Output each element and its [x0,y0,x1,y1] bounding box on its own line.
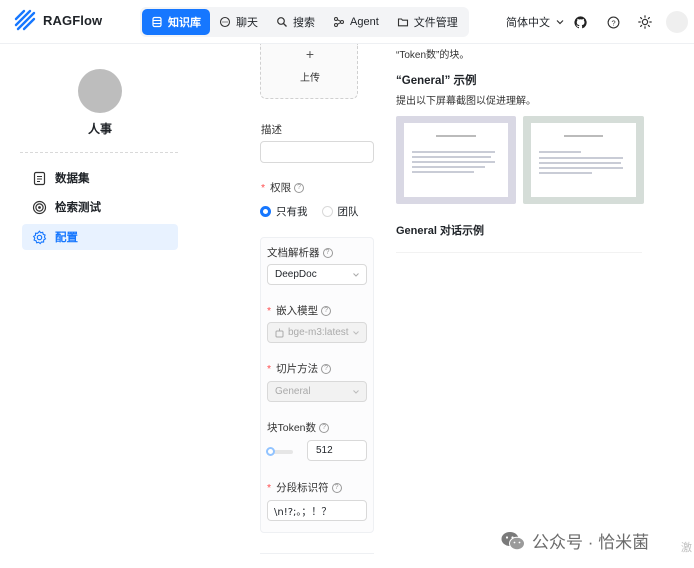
chevron-down-icon [353,390,359,394]
chevron-down-icon [353,331,359,335]
nav-file-management[interactable]: 文件管理 [388,9,467,35]
user-avatar[interactable] [666,11,688,33]
question-circle-icon[interactable]: ? [294,182,305,193]
sidebar-divider [20,152,178,153]
radio-unselected-icon [321,206,333,217]
preview-truncated-text: “Token数”的块。 [396,50,470,61]
example-screenshot-1 [396,116,516,204]
nav-label: 文件管理 [413,17,458,29]
watermark-text: 公众号 · 恰米菌 [532,533,650,552]
kb-avatar [78,69,122,113]
parser-preview: “Token数”的块。 “General” 示例 提出以下屏幕截图以促进理解。 … [386,44,694,568]
chevron-down-icon [353,273,359,277]
nav-label: 聊天 [236,17,258,29]
database-icon [152,16,162,28]
theme-sun-icon[interactable] [636,13,654,31]
slider-handle[interactable] [266,447,275,456]
github-icon[interactable] [571,13,589,31]
config-form: + 上传 描述 * 权限 ? 只有我 团队 文档解析器 ? DeepDoc * 嵌入… [196,44,386,568]
model-robot-icon [275,328,284,337]
sidebar-item-config[interactable]: 配置 [22,224,178,250]
nav-chat[interactable]: 聊天 [210,9,267,35]
sidebar-item-dataset[interactable]: 数据集 [22,165,178,191]
delimiter-input[interactable]: \n!?;。；！？ [267,500,367,521]
corner-watermark-char: 激 [681,542,692,554]
sidebar-item-retrieval-test[interactable]: 检索测试 [22,194,178,220]
search-icon [277,17,287,27]
agent-graph-icon [334,17,344,27]
question-circle-icon[interactable]: ? [322,247,333,258]
nav-agent[interactable]: Agent [324,9,388,35]
upload-avatar-area[interactable]: + 上传 [260,44,358,99]
knowledge-base-sidebar: 人事 数据集 检索测试 配置 [0,44,196,568]
plus-icon: + [305,46,315,62]
sidebar-item-label: 配置 [55,232,78,244]
example-screenshot-2 [523,116,644,204]
embedding-select[interactable]: bge-m3:latest [267,322,367,343]
svg-text:?: ? [611,18,615,27]
document-icon [33,171,46,185]
question-circle-icon[interactable]: ? [331,482,342,493]
chat-bubble-icon [219,16,231,28]
question-circle-icon[interactable]: ? [319,422,330,433]
target-icon [32,200,47,214]
sidebar-item-label: 检索测试 [55,202,101,214]
gear-icon [32,229,47,244]
delimiter-label: * 分段标识符 ? [267,480,342,495]
radio-selected-icon [260,206,271,217]
nav-knowledge-base[interactable]: 知识库 [142,9,210,35]
language-selector[interactable]: 简体中文 [506,14,565,30]
form-divider [260,553,374,554]
help-icon[interactable]: ? [604,13,622,31]
nav-search[interactable]: 搜索 [267,9,324,35]
description-label: 描述 [261,124,282,136]
permission-label: * 权限 ? [261,180,305,195]
kb-name: 人事 [87,122,112,136]
description-input[interactable] [260,141,374,163]
app-logo[interactable]: RAGFlow [14,9,102,31]
parser-select[interactable]: DeepDoc [267,264,367,285]
app-name: RAGFlow [43,12,103,28]
permission-radio-group: 只有我 团队 [260,204,359,219]
question-circle-icon[interactable]: ? [321,363,332,374]
top-header: RAGFlow 知识库 聊天 搜索 Agent 文件管理 简体中文 ? [0,0,694,44]
chunk-method-label: * 切片方法 ? [267,361,332,376]
preview-example-desc: 提出以下屏幕截图以促进理解。 [396,96,536,107]
chunk-token-input[interactable]: 512 [307,440,367,461]
sidebar-item-label: 数据集 [55,173,90,185]
chunk-method-select[interactable]: General [267,381,367,402]
preview-divider [396,252,642,253]
preview-dialog-title: General 对话示例 [396,225,485,237]
language-label: 简体中文 [506,17,550,29]
nav-label: 知识库 [168,17,201,29]
upload-label: 上传 [300,73,320,84]
wechat-icon [501,531,525,550]
chunk-token-slider[interactable] [266,447,293,456]
nav-label: 搜索 [293,17,315,29]
preview-example-title: “General” 示例 [396,75,477,87]
folder-icon [397,18,408,27]
main-nav: 知识库 聊天 搜索 Agent 文件管理 [140,7,469,37]
chevron-down-icon [556,20,564,25]
ragflow-logo-icon [14,9,36,31]
chunk-token-label: 块Token数 ? [267,420,330,435]
question-circle-icon[interactable]: ? [321,305,332,316]
embedding-label: * 嵌入模型 ? [267,303,332,318]
nav-label: Agent [350,16,379,28]
watermark: 公众号 · 恰米菌 [500,528,649,553]
permission-option-team[interactable]: 团队 [321,204,359,219]
permission-option-me[interactable]: 只有我 [260,204,308,219]
parser-label: 文档解析器 ? [267,245,333,260]
